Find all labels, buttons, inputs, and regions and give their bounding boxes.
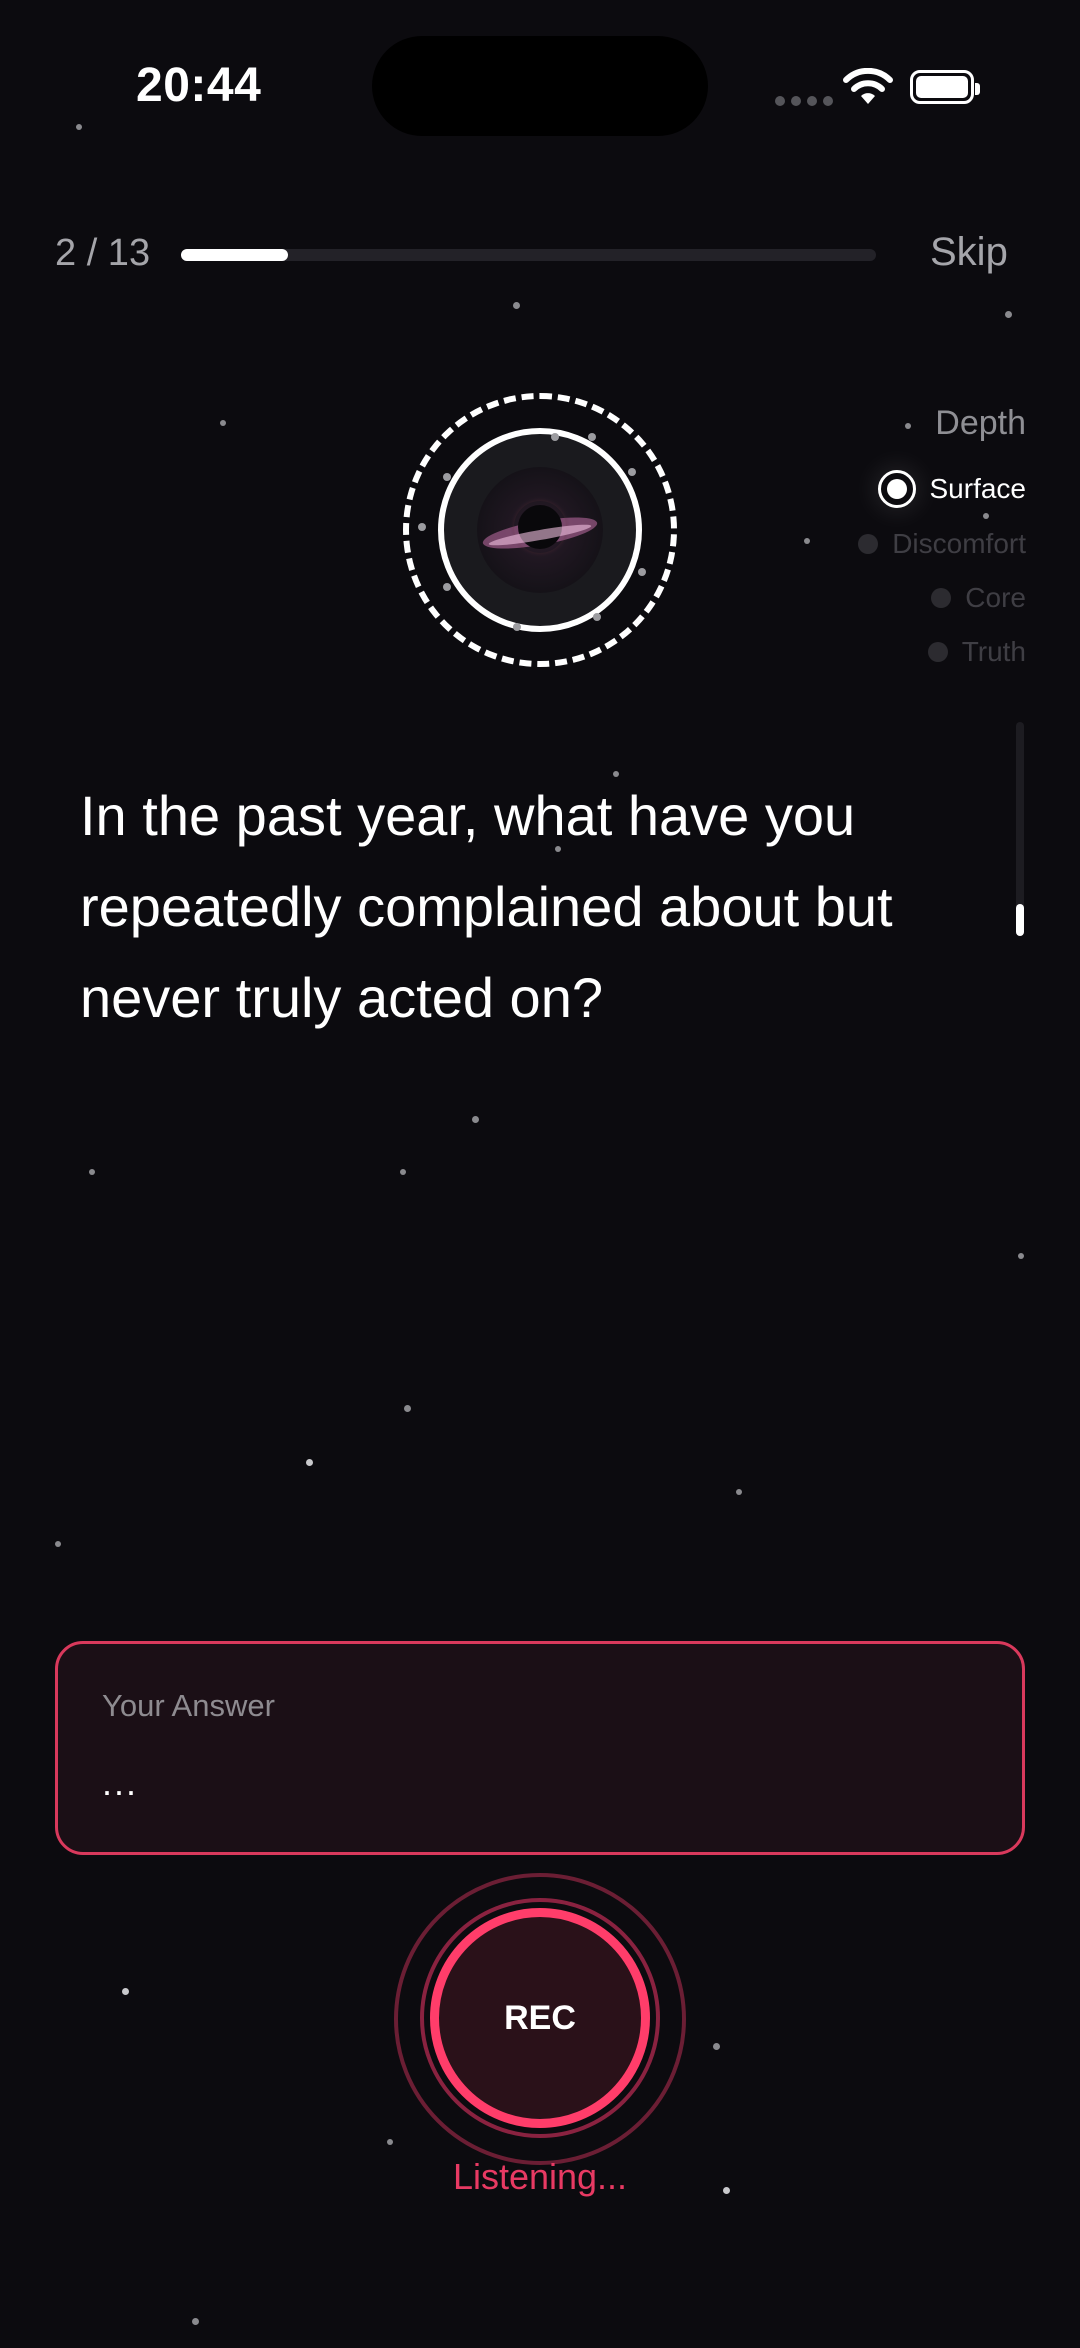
answer-field[interactable]: Your Answer ...: [55, 1641, 1025, 1855]
depth-radio: [927, 642, 948, 662]
depth-item-truth[interactable]: Truth: [927, 636, 1026, 668]
depth-title: Depth: [935, 404, 1026, 442]
battery-icon: [910, 70, 980, 104]
depth-label: Surface: [929, 473, 1027, 504]
progress-fill: [181, 249, 289, 261]
cellular-icon: [775, 96, 833, 106]
scrollbar-thumb[interactable]: [1016, 904, 1024, 936]
depth-radio: [858, 534, 879, 554]
wifi-icon: [843, 68, 893, 104]
depth-item-core[interactable]: Core: [931, 582, 1026, 614]
skip-button[interactable]: Skip: [930, 230, 1008, 275]
orb-icon: [403, 393, 677, 667]
progress-bar: [181, 249, 876, 261]
record-button[interactable]: REC: [430, 1908, 650, 2128]
question-text: In the past year, what have you repeated…: [80, 784, 893, 1029]
depth-label: Truth: [961, 636, 1026, 667]
black-hole-icon: [477, 467, 603, 593]
depth-label: Discomfort: [892, 528, 1026, 559]
scrollbar[interactable]: [1016, 722, 1024, 936]
answer-label: Your Answer: [102, 1688, 275, 1723]
dynamic-island: [372, 36, 708, 136]
answer-value: ...: [102, 1762, 139, 1803]
depth-label: Core: [965, 582, 1026, 613]
depth-item-surface[interactable]: Surface: [877, 470, 1027, 508]
depth-radio: [931, 588, 952, 608]
depth-item-discomfort[interactable]: Discomfort: [858, 528, 1026, 560]
depth-radio-selected: [877, 470, 916, 508]
status-time: 20:44: [136, 59, 262, 112]
listening-status: Listening...: [452, 2156, 628, 2197]
progress-count: 2 / 13: [55, 232, 151, 274]
